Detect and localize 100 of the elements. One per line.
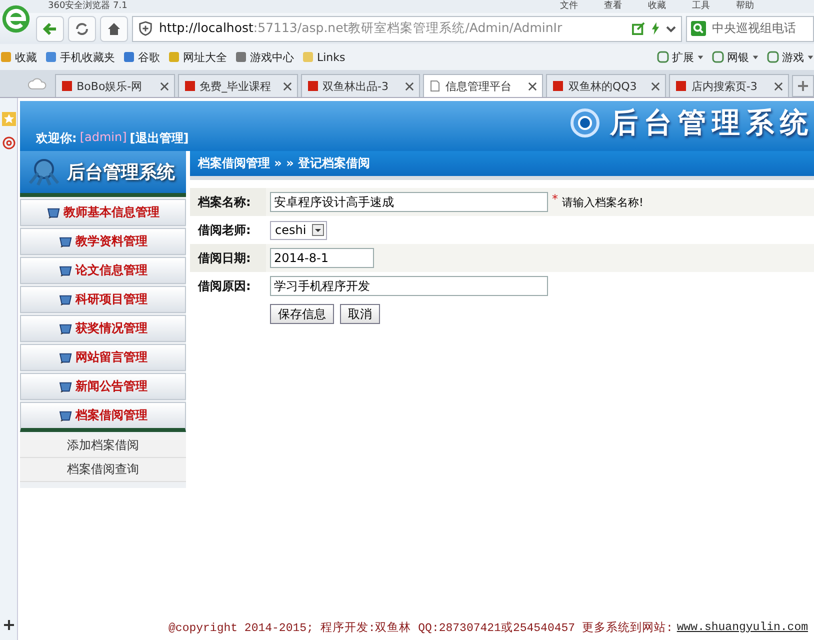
browser-tab[interactable]: 店内搜索页-3: [669, 74, 790, 97]
form-button[interactable]: 保存信息: [270, 304, 334, 324]
search-field[interactable]: 中央巡视组电话: [686, 16, 814, 42]
folder-icon: [58, 380, 74, 393]
toolbar-icon: [657, 51, 669, 63]
header-title: 后台管理系统: [610, 105, 814, 141]
lightning-icon[interactable]: [651, 22, 660, 35]
bookmark-icon: [45, 51, 57, 63]
close-icon[interactable]: [651, 82, 660, 90]
dropdown-icon[interactable]: [666, 24, 676, 34]
back-button[interactable]: [36, 16, 64, 42]
browser-tab[interactable]: 信息管理平台: [423, 74, 544, 97]
add-icon[interactable]: [4, 620, 14, 630]
text-input[interactable]: 学习手机程序开发: [270, 276, 548, 296]
close-icon[interactable]: [405, 82, 414, 90]
folder-icon: [58, 409, 74, 422]
copyright-text: @copyright 2014-2015; 程序开发:双鱼林 QQ:287307421或254540457 更多系统到网站:: [168, 620, 673, 634]
bookmark-link[interactable]: Links: [302, 50, 346, 64]
menu-item[interactable]: 教师基本信息管理: [20, 199, 186, 226]
logo-title: 后台管理系统: [67, 161, 175, 184]
search-icon: [691, 21, 706, 36]
caret-icon: [807, 54, 814, 60]
close-icon[interactable]: [160, 82, 169, 90]
window-title: 360安全浏览器 7.1: [48, 0, 128, 13]
submenu-link[interactable]: 添加档案借阅: [20, 434, 186, 458]
website-link[interactable]: www.shuangyulin.com: [676, 620, 808, 634]
toolbar-icon: [712, 51, 724, 63]
address-field[interactable]: http://localhost:57113/asp.net教研室档案管理系统/Admin/AdminIr: [132, 16, 682, 42]
toolbar-menu[interactable]: 扩展: [657, 50, 704, 64]
field-label: 借阅日期:: [196, 250, 252, 266]
shield-icon: [138, 21, 153, 36]
favicon-icon: [184, 80, 196, 92]
toolbar-menu[interactable]: 游戏: [767, 50, 814, 64]
menu-item[interactable]: 工具: [692, 0, 710, 13]
favicon-icon: [552, 80, 564, 92]
browser-tab[interactable]: 免费_毕业课程: [178, 74, 298, 97]
caret-icon: [752, 54, 759, 60]
bookmark-icon: [123, 51, 135, 63]
new-tab-button[interactable]: [792, 75, 814, 97]
bookmark-link[interactable]: 网址大全: [168, 50, 227, 64]
bookmark-icon: [168, 51, 180, 63]
bookmark-link[interactable]: 游戏中心: [235, 50, 294, 64]
menu-item[interactable]: 帮助: [736, 0, 754, 13]
required-mark: *: [552, 192, 558, 206]
menu-item[interactable]: 教学资料管理: [20, 228, 186, 255]
refresh-icon: [74, 20, 90, 36]
bookmark-link[interactable]: 收藏: [0, 50, 37, 64]
bookmark-icon: [302, 51, 314, 63]
star-icon[interactable]: [2, 112, 16, 126]
field-label: 借阅老师:: [196, 222, 252, 238]
folder-icon: [58, 351, 74, 364]
bookmark-link[interactable]: 手机收藏夹: [45, 50, 115, 64]
share-icon[interactable]: [632, 22, 645, 35]
text-input[interactable]: 安卓程序设计高手速成: [270, 192, 548, 212]
close-icon[interactable]: [528, 82, 538, 90]
menu-item[interactable]: 文件: [560, 0, 578, 13]
close-icon[interactable]: [282, 82, 292, 90]
favicon-icon: [675, 80, 688, 92]
menu-item[interactable]: 收藏: [648, 0, 666, 13]
submenu-link[interactable]: 档案借阅查询: [20, 458, 186, 482]
menu-item[interactable]: 获奖情况管理: [20, 315, 186, 342]
folder-icon: [58, 322, 74, 335]
menu-item[interactable]: 网站留言管理: [20, 344, 186, 371]
caret-icon: [697, 54, 704, 60]
bookmark-icon: [235, 51, 247, 63]
home-button[interactable]: [100, 16, 128, 42]
toolbar-icon: [767, 51, 779, 63]
menu-item[interactable]: 新闻公告管理: [20, 373, 186, 400]
browser-tab[interactable]: BoBo娱乐-网: [54, 74, 175, 97]
browser-tab[interactable]: 双鱼林出品-3: [300, 74, 420, 97]
plus-icon: [797, 80, 810, 92]
close-icon[interactable]: [774, 82, 784, 90]
browser-tab[interactable]: 双鱼林的QQ3: [546, 74, 666, 97]
toolbar-menu[interactable]: 网银: [712, 50, 759, 64]
field-label: 借阅原因:: [196, 278, 252, 294]
menu-item[interactable]: 档案借阅管理: [20, 402, 186, 432]
favicon-icon: [306, 80, 319, 92]
hint-text: 请输入档案名称!: [562, 194, 644, 210]
breadcrumb-text: 档案借阅管理 » » 登记档案借阅: [198, 155, 370, 172]
folder-icon: [58, 264, 74, 277]
bookmark-icon: [0, 51, 12, 63]
date-input[interactable]: 2014-8-1: [270, 248, 374, 268]
form-button[interactable]: 取消: [340, 304, 380, 324]
favicon-icon: [60, 80, 73, 92]
folder-icon: [58, 293, 74, 306]
refresh-button[interactable]: [68, 16, 96, 42]
favicon-icon: [429, 80, 442, 92]
back-arrow-icon: [42, 20, 58, 36]
menu-item[interactable]: 查看: [604, 0, 622, 13]
logout-link[interactable]: [退出管理]: [130, 130, 189, 147]
caret-icon: [312, 224, 324, 236]
menu-item[interactable]: 科研项目管理: [20, 286, 186, 313]
home-icon: [106, 20, 122, 36]
teacher-select[interactable]: ceshi: [270, 220, 328, 240]
menu-item[interactable]: 论文信息管理: [20, 257, 186, 284]
welcome-text: 欢迎你:: [36, 130, 77, 147]
username-text: [admin]: [80, 130, 127, 146]
folder-icon: [46, 206, 62, 219]
folder-icon: [58, 235, 74, 248]
bookmark-link[interactable]: 谷歌: [123, 50, 160, 64]
